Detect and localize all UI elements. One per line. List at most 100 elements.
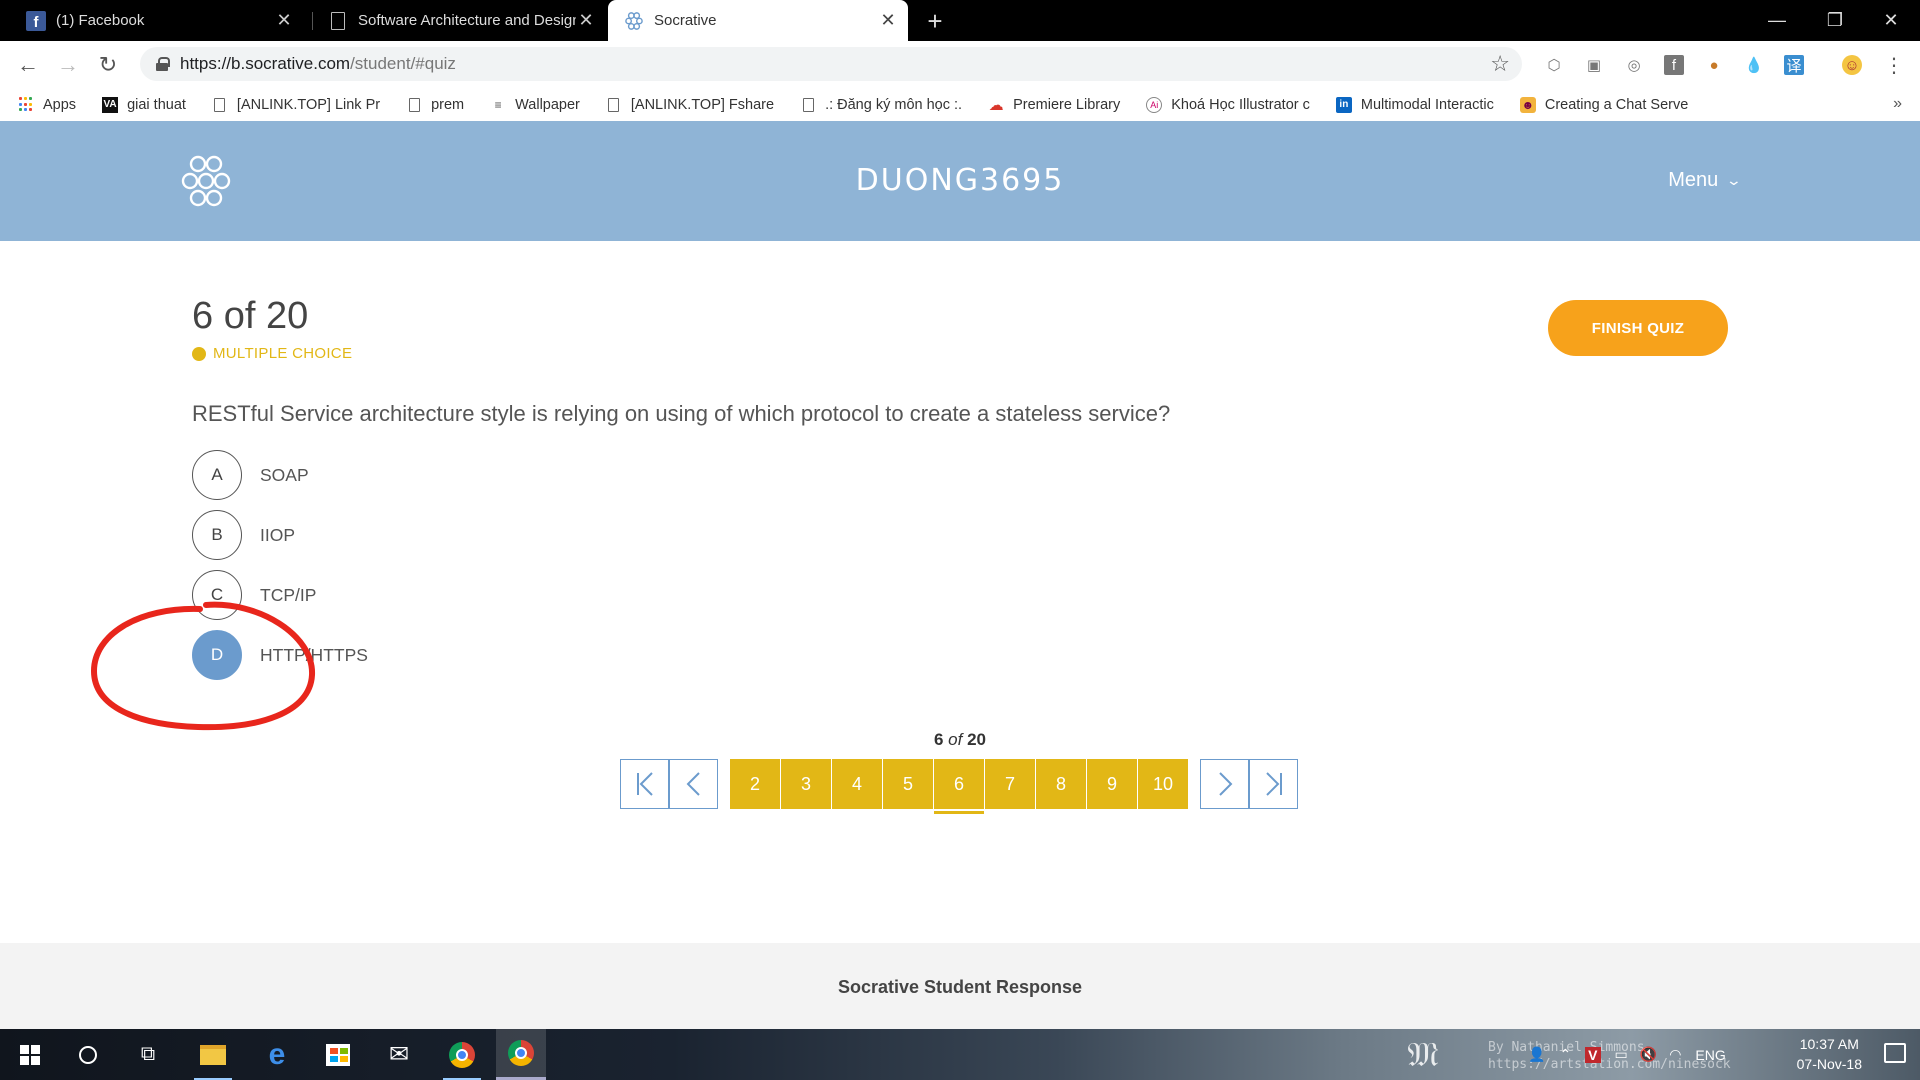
windows-start-icon[interactable] bbox=[5, 1029, 55, 1080]
browser-tab-strip: f (1) Facebook ✕ Software Architecture a… bbox=[0, 0, 1920, 41]
extension-code-icon[interactable]: ◎ bbox=[1624, 55, 1644, 75]
people-icon[interactable]: 👤 bbox=[1528, 1046, 1545, 1063]
bookmark-apps[interactable]: Apps bbox=[18, 97, 76, 113]
app-header: DUONG3695 Menu ⌄ bbox=[0, 121, 1920, 241]
menu-button[interactable]: Menu ⌄ bbox=[1668, 169, 1743, 192]
clock-time: 10:37 AM bbox=[1799, 1036, 1859, 1052]
extension-cookie-icon[interactable]: ● bbox=[1704, 55, 1724, 75]
extension-translate-icon[interactable]: 译 bbox=[1784, 55, 1804, 75]
close-icon[interactable]: ✕ bbox=[878, 10, 898, 31]
chrome-active-icon[interactable] bbox=[496, 1029, 546, 1080]
extension-screen-icon[interactable]: ▣ bbox=[1584, 55, 1604, 75]
bookmark-wallpaper[interactable]: ≡ Wallpaper bbox=[490, 97, 580, 113]
bookmark-dang-ky-mon-hoc[interactable]: .: Đăng ký môn học :. bbox=[800, 97, 962, 113]
answer-option-a[interactable]: A SOAP bbox=[192, 450, 309, 500]
tab-title: Software Architecture and Design bbox=[358, 12, 576, 29]
answer-letter[interactable]: C bbox=[192, 570, 242, 620]
extension-facebook-icon[interactable]: f bbox=[1664, 55, 1684, 75]
edge-icon[interactable]: e bbox=[252, 1029, 302, 1080]
restore-icon[interactable]: ❐ bbox=[1806, 0, 1864, 41]
system-tray: 👤 ⌃ V ▭ 🔇 ◠ ENG bbox=[1528, 1029, 1788, 1080]
clock[interactable]: 10:37 AM 07-Nov-18 bbox=[1797, 1034, 1862, 1074]
answer-option-b[interactable]: B IIOP bbox=[192, 510, 295, 560]
tab-facebook[interactable]: f (1) Facebook ✕ bbox=[14, 0, 304, 41]
search-icon[interactable] bbox=[63, 1029, 113, 1080]
minimize-icon[interactable]: — bbox=[1748, 0, 1806, 41]
page-10[interactable]: 10 bbox=[1138, 759, 1188, 809]
tab-separator bbox=[312, 12, 313, 30]
page-6[interactable]: 6 bbox=[934, 759, 984, 809]
bookmark-khoa-hoc-illustrator[interactable]: Ai Khoá Học Illustrator c bbox=[1146, 96, 1310, 113]
bookmark-multimodal-interaction[interactable]: in Multimodal Interactic bbox=[1335, 96, 1494, 113]
extension-drop-icon[interactable]: 💧 bbox=[1744, 55, 1764, 75]
new-tab-icon[interactable]: + bbox=[920, 6, 950, 36]
pager-of: of bbox=[948, 730, 963, 749]
more-bookmarks-icon[interactable]: » bbox=[1893, 95, 1902, 113]
speaker-muted-icon[interactable]: 🔇 bbox=[1640, 1046, 1657, 1063]
answer-letter[interactable]: B bbox=[192, 510, 242, 560]
document-icon bbox=[800, 97, 816, 113]
tab-software-architecture[interactable]: Software Architecture and Design ✕ bbox=[318, 0, 606, 41]
bookmark-star-icon[interactable]: ☆ bbox=[1490, 51, 1510, 77]
file-explorer-icon[interactable] bbox=[188, 1029, 238, 1080]
answer-text[interactable]: HTTP/HTTPS bbox=[260, 645, 368, 666]
chrome-icon[interactable] bbox=[437, 1029, 487, 1080]
forward-icon[interactable]: → bbox=[54, 51, 82, 79]
language-indicator[interactable]: ENG bbox=[1695, 1047, 1725, 1063]
page-5[interactable]: 5 bbox=[883, 759, 933, 809]
apps-grid-icon bbox=[18, 97, 34, 113]
profile-avatar-icon[interactable]: ☺ bbox=[1842, 55, 1862, 75]
document-icon bbox=[606, 97, 622, 113]
bookmark-prem[interactable]: prem bbox=[406, 97, 464, 113]
page-2[interactable]: 2 bbox=[730, 759, 780, 809]
bookmark-anlink-link[interactable]: [ANLINK.TOP] Link Pr bbox=[212, 97, 380, 113]
bookmark-creating-chat-server[interactable]: ☻ Creating a Chat Serve bbox=[1519, 96, 1688, 113]
question-text: RESTful Service architecture style is re… bbox=[192, 401, 1171, 426]
page-7[interactable]: 7 bbox=[985, 759, 1035, 809]
mail-icon[interactable]: ✉ bbox=[374, 1029, 424, 1080]
task-view-icon[interactable]: ⧉ bbox=[123, 1029, 173, 1080]
store-icon[interactable] bbox=[313, 1029, 363, 1080]
close-icon[interactable]: ✕ bbox=[274, 10, 294, 31]
first-page-icon[interactable] bbox=[620, 759, 669, 809]
page-8[interactable]: 8 bbox=[1036, 759, 1086, 809]
browser-menu-icon[interactable]: ⋮ bbox=[1884, 55, 1904, 77]
notification-center-icon[interactable] bbox=[1884, 1043, 1906, 1063]
answer-text[interactable]: IIOP bbox=[260, 525, 295, 546]
bookmark-label: Premiere Library bbox=[1013, 96, 1121, 113]
room-name: DUONG3695 bbox=[855, 163, 1065, 198]
next-page-icon[interactable] bbox=[1200, 759, 1249, 809]
page-4[interactable]: 4 bbox=[832, 759, 882, 809]
answer-text[interactable]: TCP/IP bbox=[260, 585, 316, 606]
answer-option-c[interactable]: C TCP/IP bbox=[192, 570, 316, 620]
chevron-up-icon[interactable]: ⌃ bbox=[1559, 1046, 1571, 1063]
page-9[interactable]: 9 bbox=[1087, 759, 1137, 809]
answer-option-d[interactable]: D HTTP/HTTPS bbox=[192, 630, 368, 680]
bookmark-label: giai thuat bbox=[127, 96, 186, 113]
back-icon[interactable]: ← bbox=[14, 51, 42, 79]
bookmark-giai-thuat[interactable]: VA giai thuat bbox=[102, 96, 186, 113]
page-3[interactable]: 3 bbox=[781, 759, 831, 809]
pager-current: 6 bbox=[933, 730, 944, 749]
bookmark-anlink-fshare[interactable]: [ANLINK.TOP] Fshare bbox=[606, 97, 774, 113]
url-text[interactable]: https://b.socrative.com/student/#quiz bbox=[180, 54, 456, 74]
vpn-icon[interactable]: V bbox=[1585, 1046, 1601, 1063]
close-icon[interactable]: ✕ bbox=[576, 10, 596, 31]
chevron-down-icon: ⌄ bbox=[1725, 172, 1743, 188]
wifi-icon[interactable]: ◠ bbox=[1669, 1046, 1681, 1063]
menu-label: Menu bbox=[1668, 169, 1719, 191]
previous-page-icon[interactable] bbox=[669, 759, 718, 809]
battery-icon[interactable]: ▭ bbox=[1615, 1046, 1628, 1063]
extension-cube-icon[interactable]: ⬡ bbox=[1544, 55, 1564, 75]
reload-icon[interactable]: ↻ bbox=[94, 51, 122, 79]
answer-text[interactable]: SOAP bbox=[260, 465, 309, 486]
answer-letter[interactable]: A bbox=[192, 450, 242, 500]
answer-letter[interactable]: D bbox=[192, 630, 242, 680]
bookmark-premiere-library[interactable]: ☁ Premiere Library bbox=[988, 96, 1121, 114]
last-page-icon[interactable] bbox=[1249, 759, 1298, 809]
close-window-icon[interactable]: ✕ bbox=[1862, 0, 1920, 41]
tab-socrative[interactable]: Socrative ✕ bbox=[608, 0, 908, 41]
document-icon bbox=[406, 97, 422, 113]
finish-quiz-button[interactable]: FINISH QUIZ bbox=[1548, 300, 1728, 356]
address-bar[interactable]: https://b.socrative.com/student/#quiz ☆ bbox=[140, 47, 1522, 81]
